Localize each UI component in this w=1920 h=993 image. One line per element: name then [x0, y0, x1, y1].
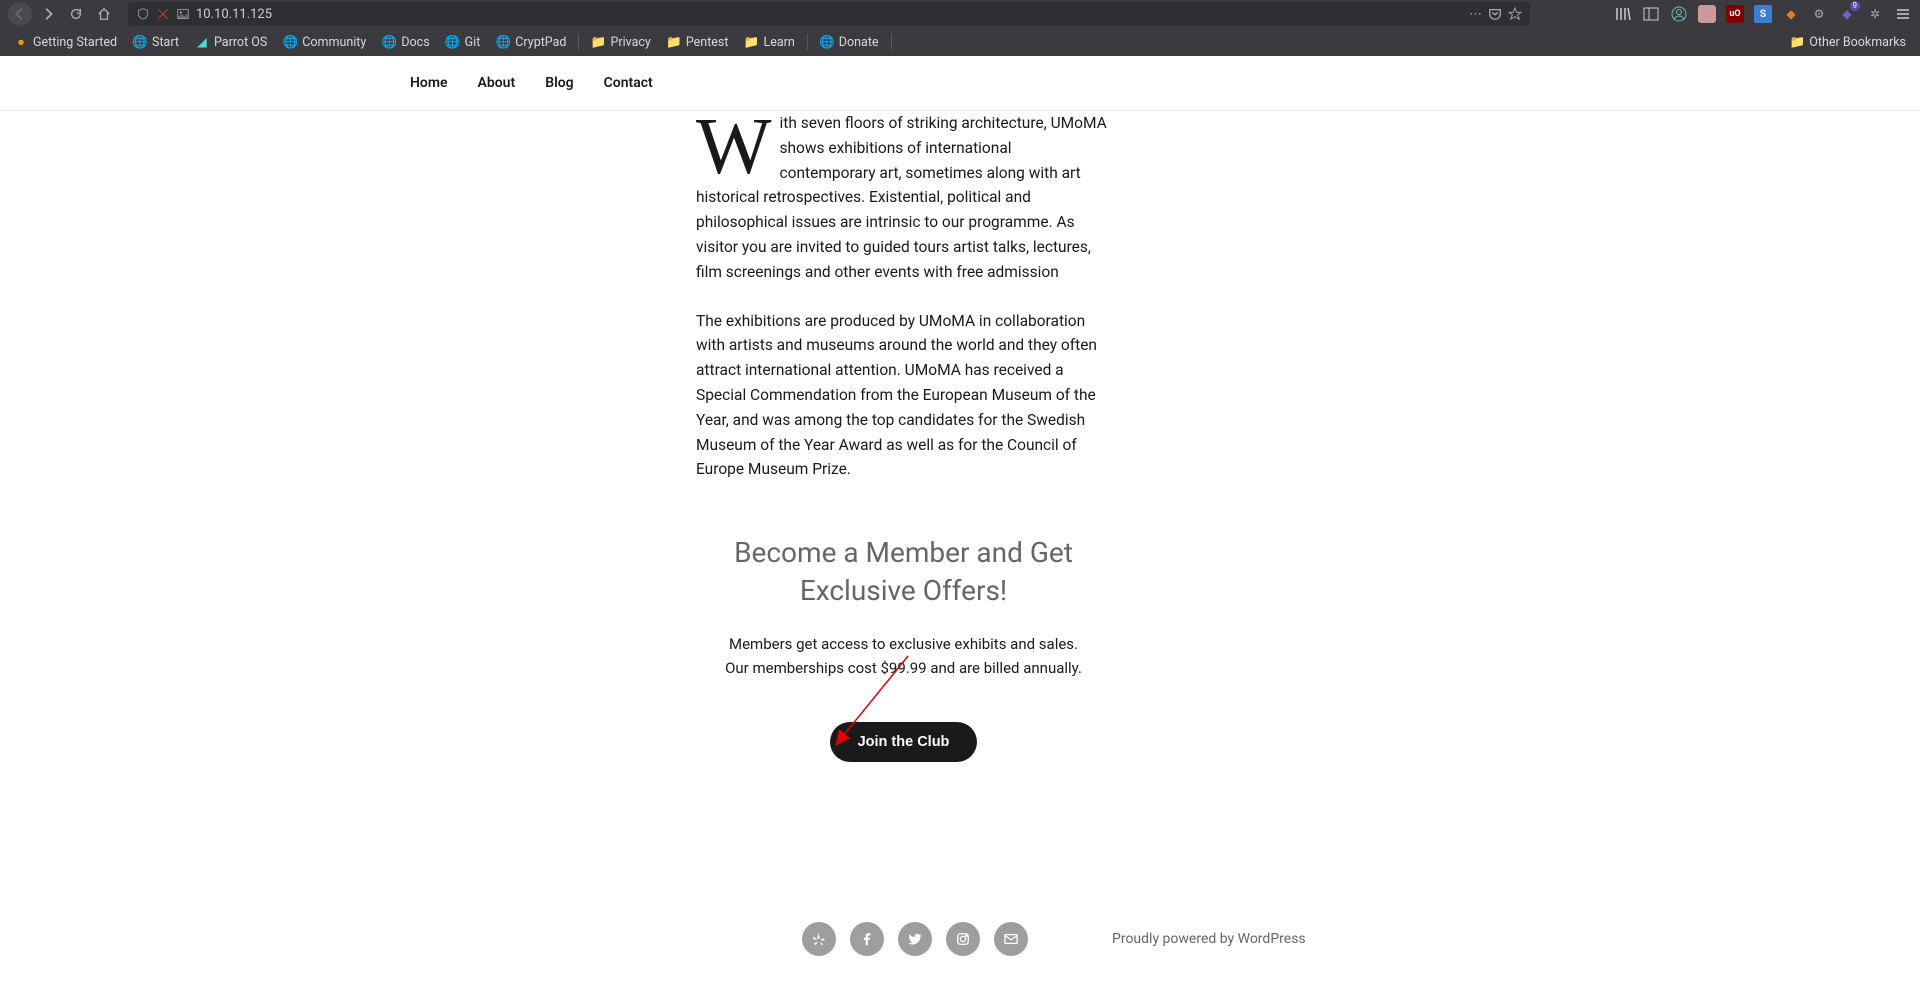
bookmark-docs[interactable]: 🌐Docs: [376, 33, 435, 52]
join-button[interactable]: Join the Club: [830, 722, 978, 762]
bookmark-bar: ●Getting Started 🌐Start ◢Parrot OS 🌐Comm…: [0, 28, 1920, 56]
bookmark-start[interactable]: 🌐Start: [127, 33, 185, 52]
ext-icon-1[interactable]: [1698, 5, 1716, 23]
email-icon[interactable]: [994, 922, 1028, 956]
library-icon[interactable]: [1614, 5, 1632, 23]
bookmark-divider-3: [891, 34, 892, 50]
bookmark-privacy[interactable]: 📁Privacy: [585, 33, 656, 52]
ext-icon-3[interactable]: S: [1754, 5, 1772, 23]
extension-icons: uO S ◆ ⚙ ◆9 ✲: [1614, 5, 1912, 23]
account-icon[interactable]: [1670, 5, 1688, 23]
bookmark-getting-started[interactable]: ●Getting Started: [8, 33, 123, 52]
content-column: With seven floors of striking architectu…: [696, 111, 1111, 482]
member-title: Become a Member and Get Exclusive Offers…: [696, 534, 1111, 610]
ext-icon-7[interactable]: ✲: [1866, 5, 1884, 23]
bookmark-divider: [578, 34, 579, 50]
ublock-icon[interactable]: uO: [1726, 5, 1744, 23]
bookmark-cryptpad[interactable]: 🌐CryptPad: [490, 33, 572, 52]
pocket-icon[interactable]: [1488, 7, 1502, 21]
powered-by[interactable]: Proudly powered by WordPress: [1112, 931, 1306, 947]
intro-paragraph: With seven floors of striking architectu…: [696, 111, 1111, 285]
site-footer: Proudly powered by WordPress: [0, 892, 1920, 993]
shield-icon: [136, 7, 150, 21]
bookmark-pentest[interactable]: 📁Pentest: [661, 33, 735, 52]
bookmark-donate[interactable]: 🌐Donate: [814, 33, 885, 52]
tracking-icon: [156, 7, 170, 21]
nav-blog[interactable]: Blog: [545, 75, 573, 91]
ext-icon-6[interactable]: ◆9: [1838, 5, 1856, 23]
facebook-icon[interactable]: [850, 922, 884, 956]
home-button[interactable]: [92, 2, 116, 26]
site-nav: Home About Blog Contact: [0, 56, 1920, 111]
bookmark-learn[interactable]: 📁Learn: [738, 33, 800, 52]
browser-chrome: 10.10.11.125 ⋯ uO S ◆ ⚙ ◆9 ✲ ●Getting St…: [0, 0, 1920, 56]
forward-button[interactable]: [36, 2, 60, 26]
reload-button[interactable]: [64, 2, 88, 26]
twitter-icon[interactable]: [898, 922, 932, 956]
nav-about[interactable]: About: [478, 75, 516, 91]
url-text: 10.10.11.125: [196, 7, 1463, 22]
url-actions: ⋯: [1469, 7, 1522, 22]
more-icon[interactable]: ⋯: [1469, 7, 1482, 22]
instagram-icon[interactable]: [946, 922, 980, 956]
ext-icon-5[interactable]: ⚙: [1810, 5, 1828, 23]
other-bookmarks[interactable]: 📁Other Bookmarks: [1784, 33, 1912, 52]
back-button[interactable]: [8, 2, 32, 26]
sidebar-icon[interactable]: [1642, 5, 1660, 23]
bookmark-parrot[interactable]: ◢Parrot OS: [189, 33, 273, 52]
menu-icon[interactable]: [1894, 5, 1912, 23]
body-paragraph: The exhibitions are produced by UMoMA in…: [696, 309, 1111, 483]
member-text: Members get access to exclusive exhibits…: [696, 632, 1111, 680]
nav-home[interactable]: Home: [410, 75, 448, 91]
member-section: Become a Member and Get Exclusive Offers…: [696, 506, 1111, 762]
url-bar[interactable]: 10.10.11.125 ⋯: [128, 2, 1530, 26]
bookmark-community[interactable]: 🌐Community: [277, 33, 372, 52]
image-icon: [176, 7, 190, 21]
drop-cap: W: [696, 111, 780, 177]
nav-contact[interactable]: Contact: [604, 75, 653, 91]
yelp-icon[interactable]: [802, 922, 836, 956]
bookmark-divider-2: [807, 34, 808, 50]
browser-toolbar: 10.10.11.125 ⋯ uO S ◆ ⚙ ◆9 ✲: [0, 0, 1920, 28]
bookmark-git[interactable]: 🌐Git: [440, 33, 487, 52]
ext-icon-4[interactable]: ◆: [1782, 5, 1800, 23]
bookmark-star-icon[interactable]: [1508, 7, 1522, 21]
social-icons: [802, 922, 1028, 956]
page-viewport[interactable]: Home About Blog Contact With seven floor…: [0, 56, 1920, 993]
